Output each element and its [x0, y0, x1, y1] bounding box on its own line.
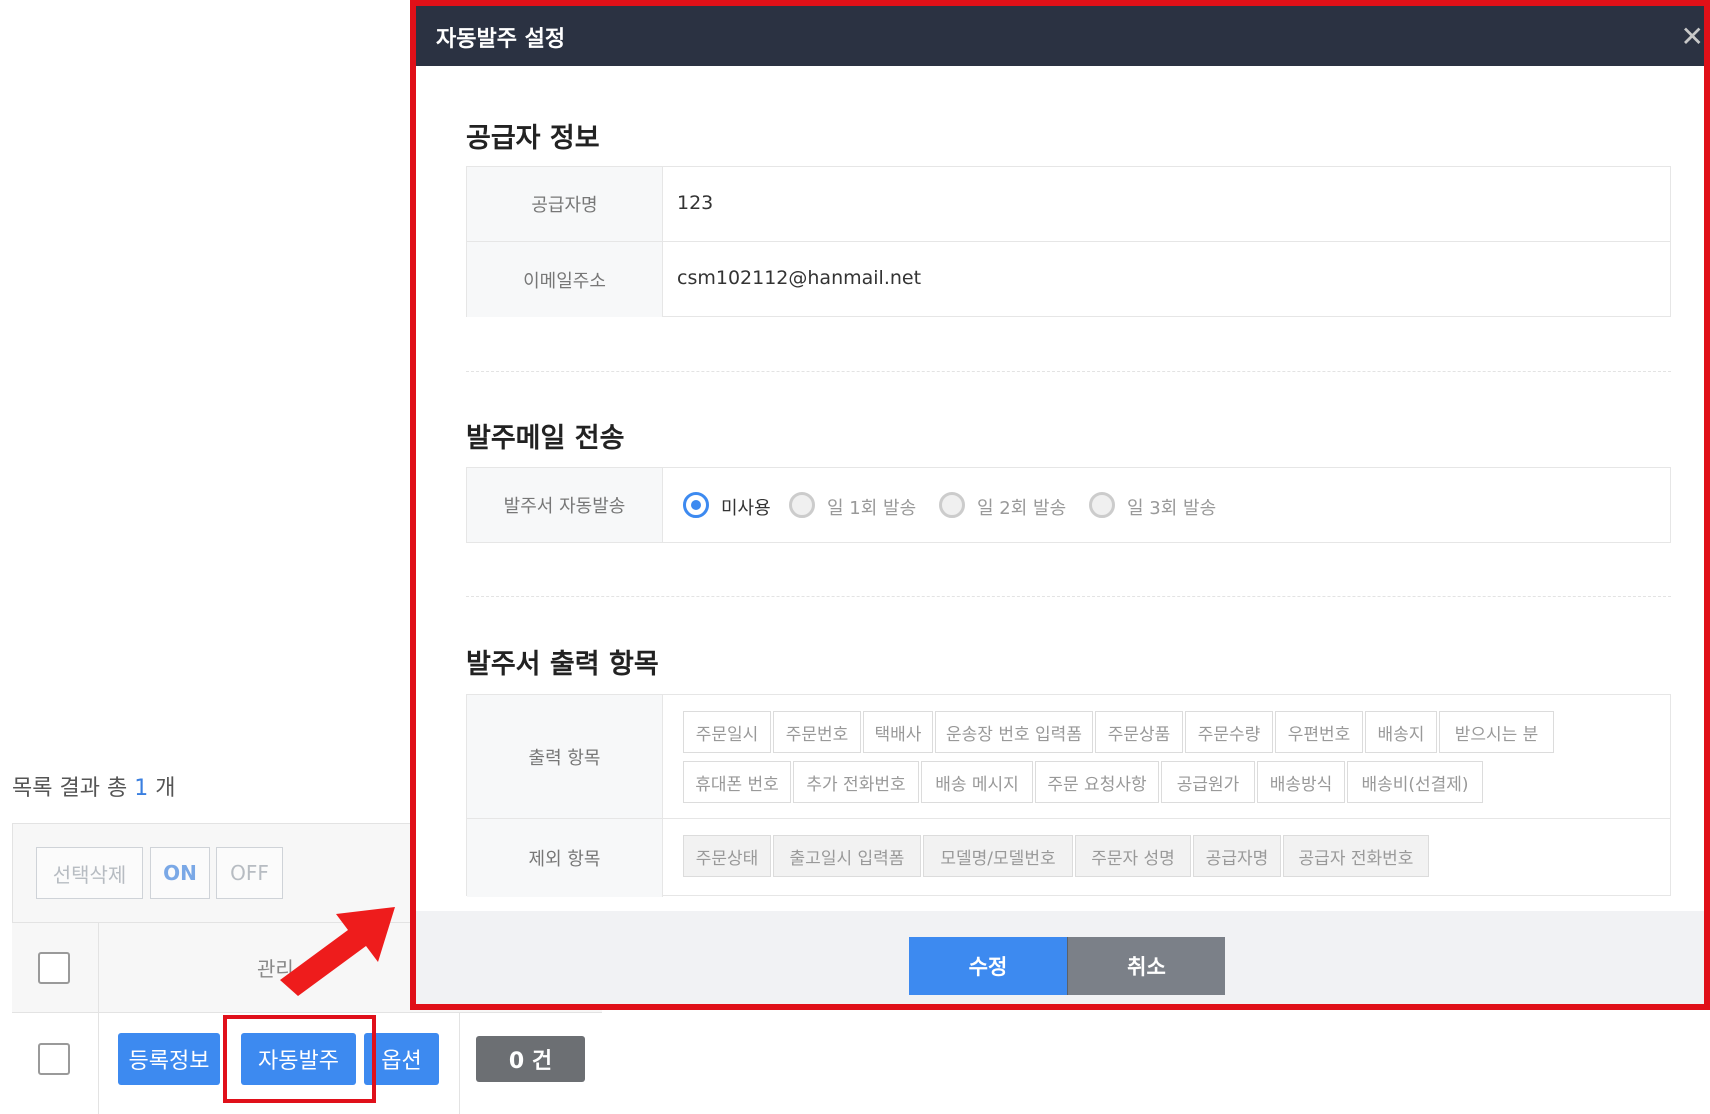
red-arrow-icon: [280, 907, 395, 996]
modal-footer: 수정 취소: [416, 911, 1704, 1004]
output-items-row: 출력 항목 주문일시 주문번호 택배사 운송장 번호 입력폼 주문상품 주문수량 우편번호 배…: [467, 695, 1670, 819]
exclude-item-tag[interactable]: 공급자 전화번호: [1283, 835, 1429, 877]
radio-thrice-daily[interactable]: [1089, 492, 1115, 518]
supplier-section-title: 공급자 정보: [466, 123, 600, 154]
column-divider: [98, 1013, 99, 1114]
list-count: 1: [134, 776, 149, 801]
on-button[interactable]: ON: [150, 847, 210, 899]
order-count-badge[interactable]: 0 건: [476, 1036, 585, 1082]
output-items-label: 출력 항목: [467, 695, 663, 818]
exclude-item-tag[interactable]: 주문상태: [683, 835, 771, 877]
auto-send-row: 발주서 자동발송 미사용 일 1회 발송 일 2회 발송 일 3회 발송: [467, 468, 1670, 542]
supplier-info-table: 공급자명 123 이메일주소 csm102112@hanmail.net: [466, 166, 1671, 317]
section-divider: [466, 371, 1671, 372]
output-items-table: 출력 항목 주문일시 주문번호 택배사 운송장 번호 입력폼 주문상품 주문수량 우편번호 배…: [466, 694, 1671, 897]
output-item-tag[interactable]: 주문일시: [683, 711, 771, 753]
exclude-items-label: 제외 항목: [467, 819, 663, 897]
output-item-tag[interactable]: 배송비(선결제): [1347, 761, 1483, 803]
column-divider: [98, 923, 99, 1013]
supplier-name-row: 공급자명 123: [467, 167, 1670, 242]
exclude-item-tag[interactable]: 모델명/모델번호: [923, 835, 1073, 877]
output-section-title: 발주서 출력 항목: [466, 649, 659, 680]
radio-twice-daily[interactable]: [939, 492, 965, 518]
output-item-tag[interactable]: 주문 요청사항: [1035, 761, 1159, 803]
list-result-title: 목록 결과 총 1 개: [12, 770, 175, 802]
output-item-tag[interactable]: 공급원가: [1161, 761, 1255, 803]
radio-unused[interactable]: [683, 492, 709, 518]
exclude-items-row: 제외 항목 주문상태 출고일시 입력폼 모델명/모델번호 주문자 성명 공급자명 공급자 …: [467, 819, 1670, 897]
output-item-tag[interactable]: 배송방식: [1257, 761, 1345, 803]
close-icon[interactable]: ✕: [1681, 20, 1704, 53]
output-item-tag[interactable]: 운송장 번호 입력폼: [935, 711, 1093, 753]
row-checkbox[interactable]: [38, 1043, 70, 1075]
off-button[interactable]: OFF: [216, 847, 283, 899]
mail-settings-table: 발주서 자동발송 미사용 일 1회 발송 일 2회 발송 일 3회 발송: [466, 467, 1671, 543]
page-background: 목록 결과 총 1 개 선택삭제 ON OFF 관리 등록정보 자동발주 옵션 …: [0, 0, 1710, 1114]
output-item-tag[interactable]: 추가 전화번호: [793, 761, 919, 803]
exclude-item-tag[interactable]: 주문자 성명: [1075, 835, 1191, 877]
exclude-item-tag[interactable]: 공급자명: [1193, 835, 1281, 877]
radio-twice-daily-label[interactable]: 일 2회 발송: [977, 494, 1066, 520]
list-title-suffix: 개: [155, 776, 176, 801]
output-item-tag[interactable]: 배송 메시지: [921, 761, 1033, 803]
exclude-item-tag[interactable]: 출고일시 입력폼: [773, 835, 921, 877]
modal-header: 자동발주 설정 ✕: [416, 6, 1704, 66]
register-info-button[interactable]: 등록정보: [118, 1033, 220, 1085]
modal-title: 자동발주 설정: [436, 27, 566, 52]
delete-selected-button[interactable]: 선택삭제: [36, 847, 143, 899]
list-title-prefix: 목록 결과 총: [12, 776, 128, 801]
highlight-box: [223, 1015, 376, 1103]
auto-send-label: 발주서 자동발송: [467, 468, 663, 542]
email-label: 이메일주소: [467, 242, 663, 317]
section-divider: [466, 596, 1671, 597]
output-item-tag[interactable]: 받으시는 분: [1439, 711, 1554, 753]
mail-section-title: 발주메일 전송: [466, 423, 625, 454]
output-item-tag[interactable]: 배송지: [1365, 711, 1437, 753]
radio-once-daily-label[interactable]: 일 1회 발송: [827, 494, 916, 520]
supplier-name-label: 공급자명: [467, 167, 663, 241]
output-item-tag[interactable]: 우편번호: [1275, 711, 1363, 753]
save-button[interactable]: 수정: [909, 937, 1067, 995]
output-item-tag[interactable]: 택배사: [863, 711, 933, 753]
column-divider: [459, 1013, 460, 1114]
radio-thrice-daily-label[interactable]: 일 3회 발송: [1127, 494, 1216, 520]
output-item-tag[interactable]: 주문번호: [773, 711, 861, 753]
email-value: csm102112@hanmail.net: [677, 267, 922, 289]
cancel-button[interactable]: 취소: [1067, 937, 1225, 995]
output-item-tag[interactable]: 주문상품: [1095, 711, 1183, 753]
supplier-name-value: 123: [677, 192, 714, 214]
output-item-tag[interactable]: 주문수량: [1185, 711, 1273, 753]
output-item-tag[interactable]: 휴대폰 번호: [683, 761, 791, 803]
radio-once-daily[interactable]: [789, 492, 815, 518]
auto-order-settings-modal: 자동발주 설정 ✕ 공급자 정보 공급자명 123 이메일주소 csm10211…: [410, 0, 1710, 1010]
radio-unused-label[interactable]: 미사용: [721, 494, 771, 520]
select-all-checkbox[interactable]: [38, 952, 70, 984]
supplier-email-row: 이메일주소 csm102112@hanmail.net: [467, 242, 1670, 317]
